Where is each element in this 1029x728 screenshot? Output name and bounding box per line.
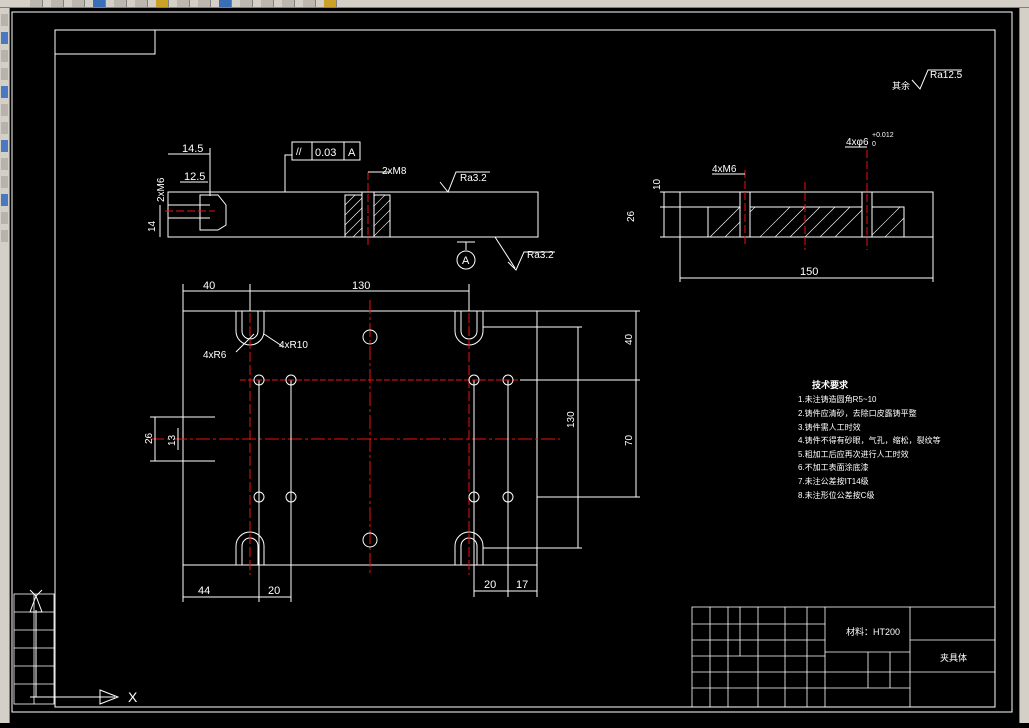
dim-40-right: 40 — [624, 333, 635, 345]
dim-14: 14 — [147, 220, 158, 232]
dim-10: 10 — [652, 178, 663, 190]
tech-note-line: 4.铸件不得有砂眼，气孔，缩松，裂纹等 — [798, 435, 941, 445]
trim-icon[interactable] — [1, 212, 8, 224]
rectangle-icon[interactable] — [1, 86, 8, 98]
paste-icon[interactable] — [156, 0, 169, 7]
top-toolbar — [0, 0, 1029, 8]
flatness-value: 0.03 — [315, 147, 336, 159]
roughness-general-label: 其余 — [892, 80, 910, 91]
tech-note-line: 8.未注形位公差按C级 — [798, 490, 874, 500]
new-icon[interactable] — [30, 0, 43, 7]
move-icon[interactable] — [1, 158, 8, 170]
cut-icon[interactable] — [114, 0, 127, 7]
thread-label: 2xM8 — [382, 166, 407, 177]
dim-130-right: 130 — [566, 411, 577, 428]
pan-icon[interactable] — [219, 0, 232, 7]
dim-4xphi6: 4xφ6 — [846, 137, 869, 148]
right-scrollbar[interactable] — [1019, 8, 1029, 723]
dim-13: 13 — [167, 434, 178, 446]
dimension-icon[interactable] — [1, 140, 8, 152]
polyline-icon[interactable] — [1, 32, 8, 44]
material-label: 材料：HT200 — [846, 626, 900, 637]
dim-4xr6: 4xR6 — [203, 350, 227, 361]
tech-note-line: 7.未注公差按IT14级 — [798, 476, 869, 486]
dim-4xr10: 4xR10 — [279, 340, 308, 351]
offset-icon[interactable] — [1, 230, 8, 242]
drawing-frame — [54, 29, 996, 708]
hatch-icon[interactable] — [1, 104, 8, 116]
circle-icon[interactable] — [1, 50, 8, 62]
save-icon[interactable] — [72, 0, 85, 7]
tech-note-line: 1.未注铸造圆角R5~10 — [798, 394, 877, 404]
tech-note-line: 3.铸件需人工时效 — [798, 422, 861, 432]
copy-icon[interactable] — [135, 0, 148, 7]
roughness-top: Ra3.2 — [460, 173, 487, 184]
dim-2xm6: 2xM6 — [156, 177, 167, 202]
drawing-canvas[interactable]: 其余 Ra12.5 14.5 12.5 2xM6 14 // 0.03 A 2x… — [9, 8, 1019, 723]
dim-26-plan: 26 — [144, 432, 155, 444]
tech-notes-title: 技术要求 — [812, 379, 849, 390]
tol-upper: +0.012 — [872, 132, 894, 139]
roughness-bottom: Ra3.2 — [527, 250, 554, 261]
redo-icon[interactable] — [198, 0, 211, 7]
dim-12-5: 12.5 — [184, 171, 205, 183]
line-icon[interactable] — [1, 14, 8, 26]
part-name: 夹具体 — [940, 652, 967, 663]
dim-26-right: 26 — [626, 210, 637, 222]
dim-14-5: 14.5 — [182, 143, 203, 155]
svg-text:X: X — [128, 689, 138, 705]
dim-44: 44 — [198, 585, 210, 597]
undo-icon[interactable] — [177, 0, 190, 7]
dim-40-top: 40 — [203, 280, 215, 292]
dim-130-top: 130 — [352, 280, 370, 292]
text-icon[interactable] — [1, 122, 8, 134]
dim-17: 17 — [516, 579, 528, 591]
cad-application: 其余 Ra12.5 14.5 12.5 2xM6 14 // 0.03 A 2x… — [0, 0, 1029, 723]
properties-icon[interactable] — [303, 0, 316, 7]
print-icon[interactable] — [93, 0, 106, 7]
copy-object-icon[interactable] — [1, 176, 8, 188]
zoom-icon[interactable] — [240, 0, 253, 7]
section-view-right: 4xM6 4xφ6 +0.012 0 10 26 150 — [626, 132, 934, 282]
tech-note-line: 2.铸件应清砂，去除口皮露铸平整 — [798, 408, 917, 418]
tol-lower: 0 — [872, 141, 876, 148]
roughness-general-value: Ra12.5 — [930, 70, 963, 81]
arc-icon[interactable] — [1, 68, 8, 80]
dim-150: 150 — [800, 266, 818, 278]
datum-a-symbol: A — [462, 255, 470, 267]
dim-20-right: 20 — [484, 579, 496, 591]
tech-note-line: 5.粗加工后应再次进行人工时效 — [798, 449, 909, 459]
zoom-previous-icon[interactable] — [282, 0, 295, 7]
dim-70: 70 — [624, 434, 635, 446]
technical-requirements: 技术要求 1.未注铸造圆角R5~10 2.铸件应清砂，去除口皮露铸平整 3.铸件… — [798, 379, 941, 500]
tech-note-line: 6.不加工表面涂底漆 — [798, 462, 869, 472]
left-side-block — [13, 593, 55, 705]
section-view-left: 14.5 12.5 2xM6 14 // 0.03 A 2xM8 Ra3.2 A… — [147, 141, 555, 271]
ucs-icon: X — [29, 589, 138, 705]
layer-icon[interactable] — [324, 0, 337, 7]
corner-tag-box — [54, 29, 156, 55]
parallelism-symbol: // — [296, 147, 302, 158]
dim-20-left: 20 — [268, 585, 280, 597]
open-icon[interactable] — [51, 0, 64, 7]
zoom-window-icon[interactable] — [261, 0, 274, 7]
dim-4xm6: 4xM6 — [712, 164, 737, 175]
datum-ref-label: A — [348, 147, 356, 159]
plan-view: 26 13 40 130 4xR10 4xR6 40 130 70 44 20 … — [144, 280, 640, 602]
rotate-icon[interactable] — [1, 194, 8, 206]
